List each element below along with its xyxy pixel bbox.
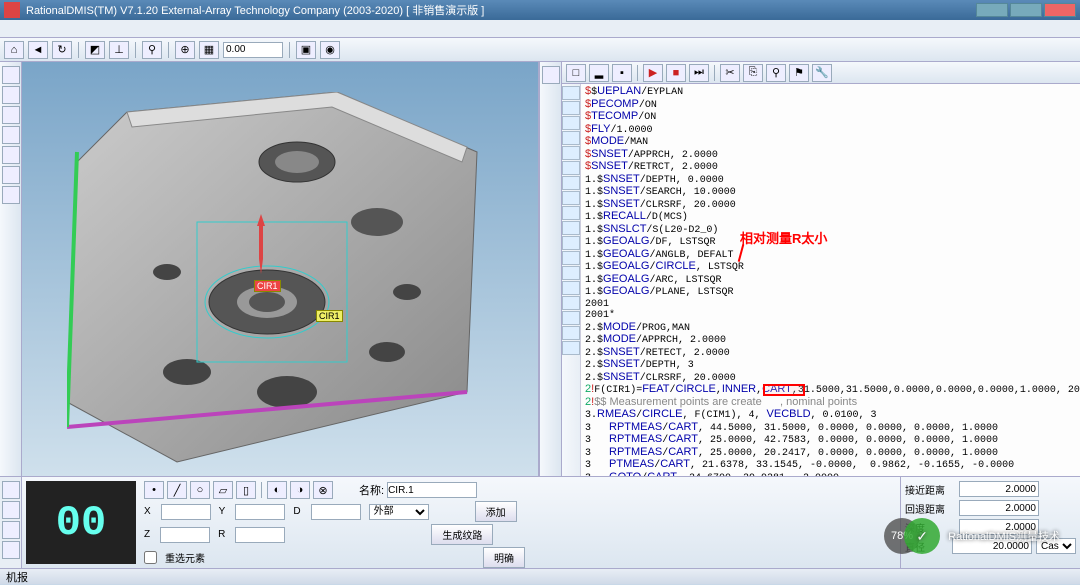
- add-button[interactable]: 添加: [475, 501, 517, 522]
- axis-icon[interactable]: ⊥: [109, 41, 129, 59]
- r-input[interactable]: [235, 527, 285, 543]
- feature-panel: • ╱ ○ ▱ ▯ ◐ ◑ ⊗ 名称: X Y D 外部 添加 Z R 生成纹路: [140, 477, 900, 568]
- main-toolbar: ⌂ ◄ ↻ ◩ ⊥ ⚲ ⊕ ▦ ▣ ◉: [0, 38, 1080, 62]
- rotate-icon[interactable]: [2, 106, 20, 124]
- code-save-icon[interactable]: ▪: [612, 64, 632, 82]
- window-controls: [976, 3, 1076, 17]
- view-icon[interactable]: [2, 186, 20, 204]
- grid-icon[interactable]: ▦: [199, 41, 219, 59]
- probe-icon[interactable]: ⚲: [142, 41, 162, 59]
- d-input[interactable]: [311, 504, 361, 520]
- code-step-icon[interactable]: ⏭: [689, 64, 709, 82]
- select-icon[interactable]: [2, 66, 20, 84]
- app-title: RationalDMIS(TM) V7.1.20 External-Array …: [26, 2, 484, 18]
- title-bar: RationalDMIS(TM) V7.1.20 External-Array …: [0, 0, 1080, 20]
- back-icon[interactable]: ◄: [28, 41, 48, 59]
- code-copy-icon[interactable]: ⎘: [743, 64, 763, 82]
- feat-point-icon[interactable]: •: [144, 481, 164, 499]
- clear-button[interactable]: 明确: [483, 547, 525, 568]
- layer-icon[interactable]: [2, 166, 20, 184]
- code-run-icon[interactable]: ▶: [643, 64, 663, 82]
- feat-circle-icon[interactable]: ○: [190, 481, 210, 499]
- mid-vertical-toolbar: [540, 62, 562, 476]
- pan-icon[interactable]: [2, 86, 20, 104]
- y-input[interactable]: [235, 504, 285, 520]
- feature-name-input[interactable]: [387, 482, 477, 498]
- zoom-icon[interactable]: ⊕: [175, 41, 195, 59]
- feature-name-label: 名称:: [359, 482, 384, 498]
- app-logo-icon: [4, 2, 20, 18]
- code-toolbar: □ ▂ ▪ ▶ ■ ⏭ ✂ ⎘ ⚲ ⚑ 🔧: [562, 62, 1080, 84]
- wechat-icon: ✓: [904, 518, 940, 554]
- feat-c-icon[interactable]: ⊗: [313, 481, 333, 499]
- dro-display: 00: [26, 481, 136, 564]
- nominal-checkbox[interactable]: [144, 551, 157, 564]
- feat-a-icon[interactable]: ◐: [267, 481, 287, 499]
- code-stop-icon[interactable]: ■: [666, 64, 686, 82]
- code-wrench-icon[interactable]: 🔧: [812, 64, 832, 82]
- tool-b-icon[interactable]: ◉: [320, 41, 340, 59]
- feat-b-icon[interactable]: ◑: [290, 481, 310, 499]
- tool-a-icon[interactable]: ▣: [296, 41, 316, 59]
- feat-cyl-icon[interactable]: ▯: [236, 481, 256, 499]
- tab-report-icon[interactable]: [2, 521, 20, 539]
- code-flag-icon[interactable]: ⚑: [789, 64, 809, 82]
- ext-select[interactable]: 外部: [369, 504, 429, 520]
- approach-input[interactable]: [959, 481, 1039, 497]
- feature-label-cir1-b[interactable]: CIR1: [316, 310, 343, 322]
- status-bar: 机报: [0, 568, 1080, 584]
- maximize-button[interactable]: [1010, 3, 1042, 17]
- menu-bar: [0, 20, 1080, 38]
- code-editor[interactable]: $$UEPLAN/EYPLAN $PECOMP/ON $TECOMP/ON $F…: [581, 84, 1080, 476]
- minimize-button[interactable]: [976, 3, 1008, 17]
- panel-toggle-icon[interactable]: [542, 66, 560, 84]
- code-open-icon[interactable]: ▂: [589, 64, 609, 82]
- home-icon[interactable]: ⌂: [4, 41, 24, 59]
- code-panel: □ ▂ ▪ ▶ ■ ⏭ ✂ ⎘ ⚲ ⚑ 🔧 $$UEPLAN/EYPLAN $P…: [562, 62, 1080, 476]
- tab-result-icon[interactable]: [2, 501, 20, 519]
- close-button[interactable]: [1044, 3, 1076, 17]
- z-input[interactable]: [160, 527, 210, 543]
- nominal-label: 重选元素: [165, 550, 205, 565]
- watermark: ✓ RationalDMIS测量技术: [904, 518, 1060, 554]
- measure-icon[interactable]: [2, 146, 20, 164]
- x-input[interactable]: [161, 504, 211, 520]
- code-cut-icon[interactable]: ✂: [720, 64, 740, 82]
- refresh-icon[interactable]: ↻: [52, 41, 72, 59]
- left-vertical-toolbar: [0, 62, 22, 476]
- gen-button[interactable]: 生成纹路: [431, 524, 493, 545]
- feat-line-icon[interactable]: ╱: [167, 481, 187, 499]
- gutter-icon[interactable]: [562, 86, 580, 100]
- cube-icon[interactable]: ◩: [85, 41, 105, 59]
- code-gutter: [562, 84, 581, 476]
- code-find-icon[interactable]: ⚲: [766, 64, 786, 82]
- code-new-icon[interactable]: □: [566, 64, 586, 82]
- bottom-tabs: [0, 477, 22, 568]
- 3d-viewport[interactable]: CIR1 CIR1: [22, 62, 540, 476]
- tab-feature-icon[interactable]: [2, 481, 20, 499]
- feature-label-cir1-a[interactable]: CIR1: [254, 280, 281, 292]
- probe-indicator: [254, 214, 268, 274]
- tab-tool-icon[interactable]: [2, 541, 20, 559]
- zoom-input[interactable]: [223, 42, 283, 58]
- feat-plane-icon[interactable]: ▱: [213, 481, 233, 499]
- retract-input[interactable]: [959, 500, 1039, 516]
- fit-icon[interactable]: [2, 126, 20, 144]
